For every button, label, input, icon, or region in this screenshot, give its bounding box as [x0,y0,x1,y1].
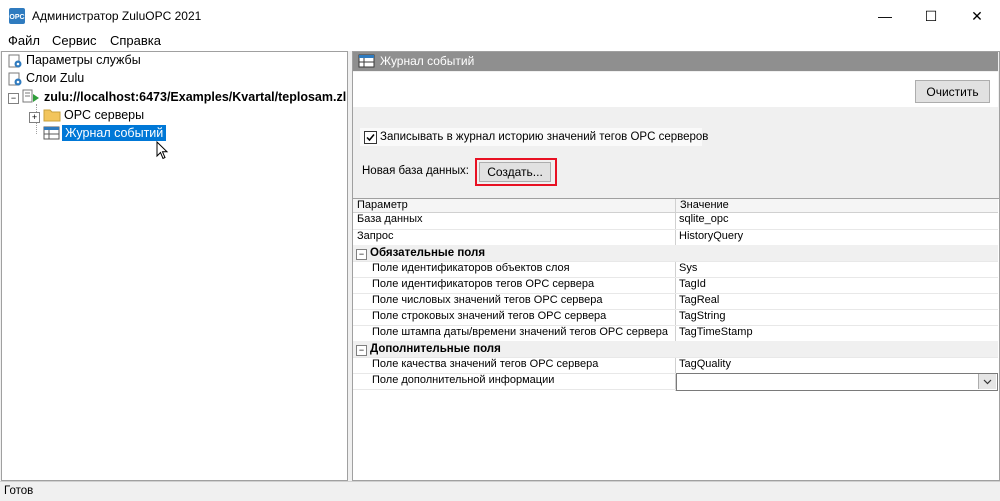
tree-item-event-log[interactable]: Журнал событий [62,125,167,141]
tree-item-layer-path[interactable]: zulu://localhost:6473/Examples/Kvartal/t… [44,90,346,104]
grid-row[interactable] [353,229,998,246]
mouse-cursor-icon [156,140,170,164]
grid-value-tagtimestamp[interactable]: TagTimeStamp [679,326,753,338]
collapse-toggle-layer[interactable]: − [8,93,19,104]
grid-param-tagtimestamp: Поле штампа даты/времени значений тегов … [372,326,669,338]
grid-header-param[interactable]: Параметр [357,199,408,211]
grid-group-required-title: Обязательные поля [370,247,486,259]
expand-toggle-opc[interactable]: + [29,112,40,123]
event-log-header-icon [358,53,376,72]
svg-text:OPC: OPC [9,14,24,21]
clear-button[interactable]: Очистить [915,80,990,103]
grid-param-tagquality: Поле качества значений тегов OPC сервера [372,358,599,370]
grid-param-sys: Поле идентификаторов объектов слоя [372,262,570,274]
new-db-label: Новая база данных: [362,165,469,177]
zulu-layers-icon [7,71,23,87]
window-title: Администратор ZuluOPC 2021 [32,9,202,23]
grid-param-query: Запрос [357,230,394,242]
grid-value-database[interactable]: sqlite_opc [679,213,729,225]
grid-value-sys[interactable]: Sys [679,262,697,274]
tree-item-opc-servers[interactable]: OPC серверы [64,108,144,122]
service-params-icon [7,53,23,69]
folder-icon [43,107,61,123]
event-log-icon [43,125,60,141]
menu-file[interactable]: Файл [8,33,40,48]
collapse-toggle-group1[interactable]: − [356,249,367,260]
grid-param-tagreal: Поле числовых значений тегов OPC сервера [372,294,603,306]
extra-info-dropdown[interactable] [676,373,998,391]
create-database-button[interactable]: Создать... [479,162,551,182]
grid-header-value[interactable]: Значение [680,199,729,211]
grid-value-tagreal[interactable]: TagReal [679,294,719,306]
status-bar [0,481,1000,501]
grid-param-tagid: Поле идентификаторов тегов OPC сервера [372,278,595,290]
chevron-down-icon [983,379,992,384]
menu-help[interactable]: Справка [110,33,161,48]
grid-value-tagstring[interactable]: TagString [679,310,725,322]
checkmark-icon [366,134,375,142]
tree-item-service-params[interactable]: Параметры службы [26,53,141,67]
details-title: Журнал событий [380,54,475,68]
grid-value-query[interactable]: HistoryQuery [679,230,743,242]
tree-item-zulu-layers[interactable]: Слои Zulu [26,71,84,85]
maximize-button[interactable]: ☐ [908,0,954,32]
grid-value-tagid[interactable]: TagId [679,278,706,290]
dropdown-arrow-button[interactable] [978,374,996,389]
grid-param-extra-info: Поле дополнительной информации [372,374,555,386]
menu-service[interactable]: Сервис [52,33,97,48]
history-checkbox-label[interactable]: Записывать в журнал историю значений тег… [380,131,708,143]
app-icon: OPC [8,7,26,25]
grid-row[interactable] [353,213,998,230]
history-checkbox[interactable] [364,131,377,144]
grid-param-tagstring: Поле строковых значений тегов OPC сервер… [372,310,607,322]
status-text: Готов [4,485,34,497]
grid-param-database: База данных [357,213,423,225]
grid-group-additional-title: Дополнительные поля [370,343,501,355]
collapse-toggle-group2[interactable]: − [356,345,367,356]
details-toolbar-area [353,72,998,107]
grid-value-tagquality[interactable]: TagQuality [679,358,731,370]
close-button[interactable]: ✕ [954,0,1000,32]
layer-icon [22,89,39,105]
minimize-button[interactable]: — [862,0,908,32]
